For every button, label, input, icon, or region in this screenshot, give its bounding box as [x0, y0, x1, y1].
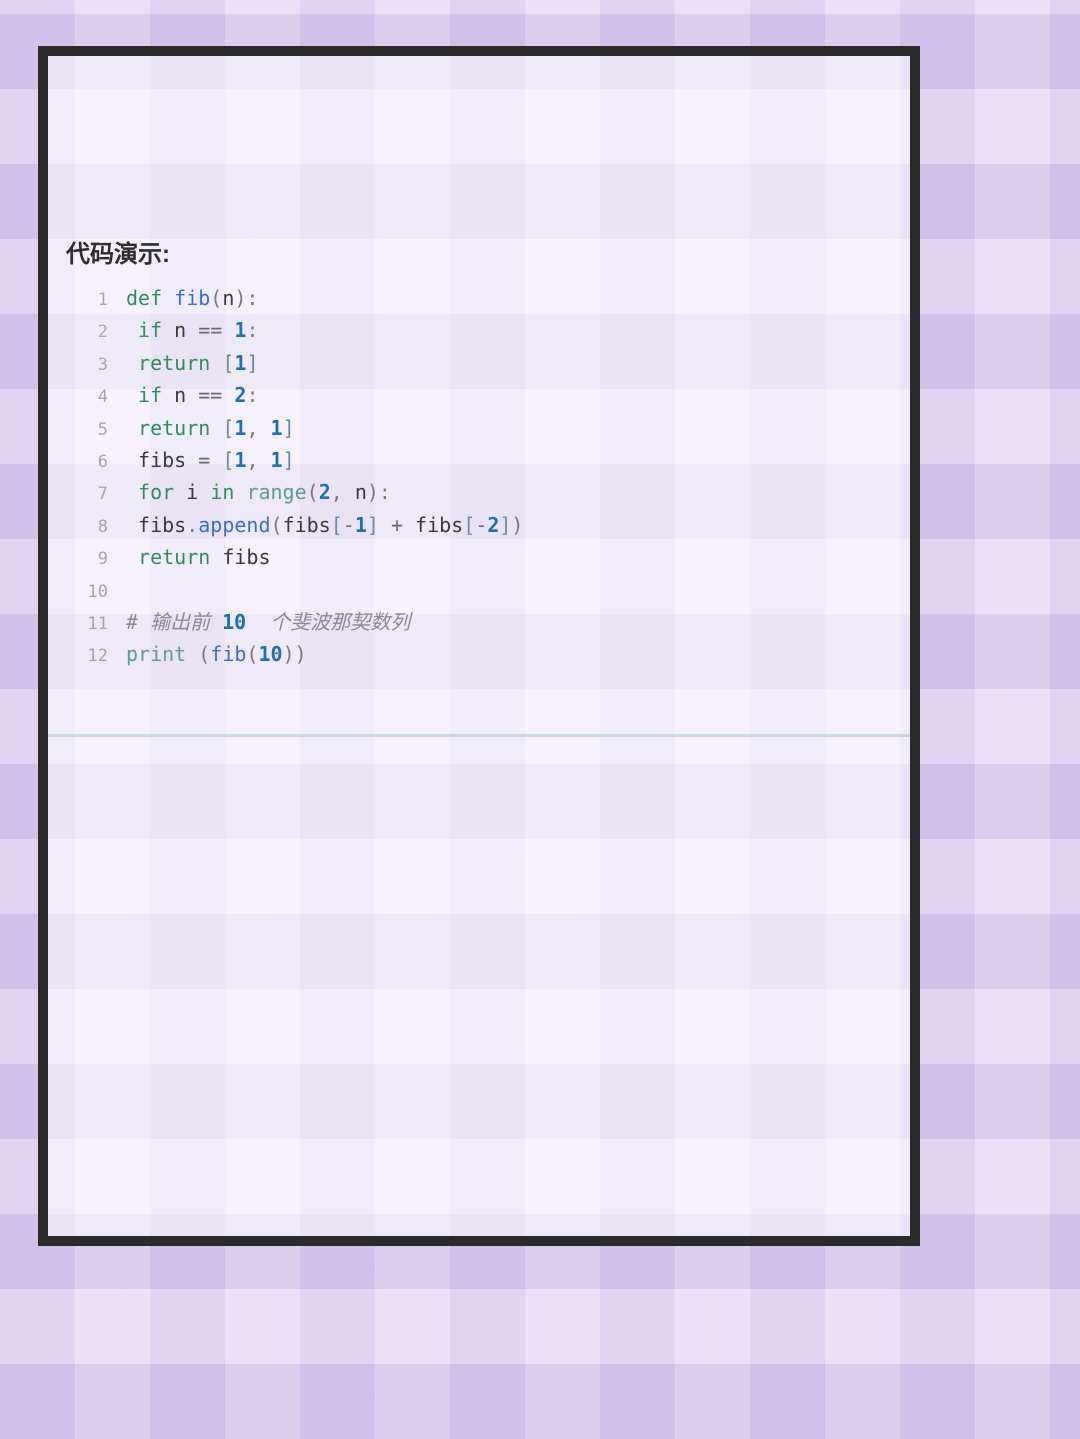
line-number: 10 [66, 577, 126, 607]
code-text: return [1] [126, 348, 258, 378]
content-region: 代码演示: 1def fib(n):2 if n == 1:3 return [… [66, 234, 886, 672]
code-text: fibs = [1, 1] [126, 445, 295, 475]
code-text: return fibs [126, 542, 271, 572]
code-block: 1def fib(n):2 if n == 1:3 return [1]4 if… [66, 283, 886, 672]
line-number: 3 [66, 350, 126, 380]
document-frame: 代码演示: 1def fib(n):2 if n == 1:3 return [… [38, 46, 920, 1246]
code-text: if n == 1: [126, 315, 258, 345]
code-line: 11# 输出前 10 个斐波那契数列 [66, 607, 886, 639]
code-line: 9 return fibs [66, 542, 886, 574]
code-line: 6 fibs = [1, 1] [66, 445, 886, 477]
code-line: 4 if n == 2: [66, 380, 886, 412]
code-text: for i in range(2, n): [126, 477, 391, 507]
code-line: 3 return [1] [66, 348, 886, 380]
code-line: 7 for i in range(2, n): [66, 477, 886, 509]
code-text: fibs.append(fibs[-1] + fibs[-2]) [126, 510, 523, 540]
line-number: 9 [66, 544, 126, 574]
code-text: return [1, 1] [126, 413, 295, 443]
line-number: 2 [66, 317, 126, 347]
line-number: 7 [66, 479, 126, 509]
code-text: print (fib(10)) [126, 639, 307, 669]
code-text [126, 575, 138, 605]
section-heading: 代码演示: [66, 234, 886, 269]
line-number: 1 [66, 285, 126, 315]
code-line: 5 return [1, 1] [66, 413, 886, 445]
code-text: def fib(n): [126, 283, 258, 313]
code-line: 10 [66, 575, 886, 607]
code-line: 1def fib(n): [66, 283, 886, 315]
line-number: 8 [66, 512, 126, 542]
line-number: 5 [66, 415, 126, 445]
code-line: 12print (fib(10)) [66, 639, 886, 671]
line-number: 11 [66, 609, 126, 639]
line-number: 4 [66, 382, 126, 412]
code-text: if n == 2: [126, 380, 258, 410]
code-line: 8 fibs.append(fibs[-1] + fibs[-2]) [66, 510, 886, 542]
code-line: 2 if n == 1: [66, 315, 886, 347]
line-number: 6 [66, 447, 126, 477]
code-text: # 输出前 10 个斐波那契数列 [126, 607, 410, 637]
horizontal-divider [48, 734, 910, 737]
line-number: 12 [66, 641, 126, 671]
